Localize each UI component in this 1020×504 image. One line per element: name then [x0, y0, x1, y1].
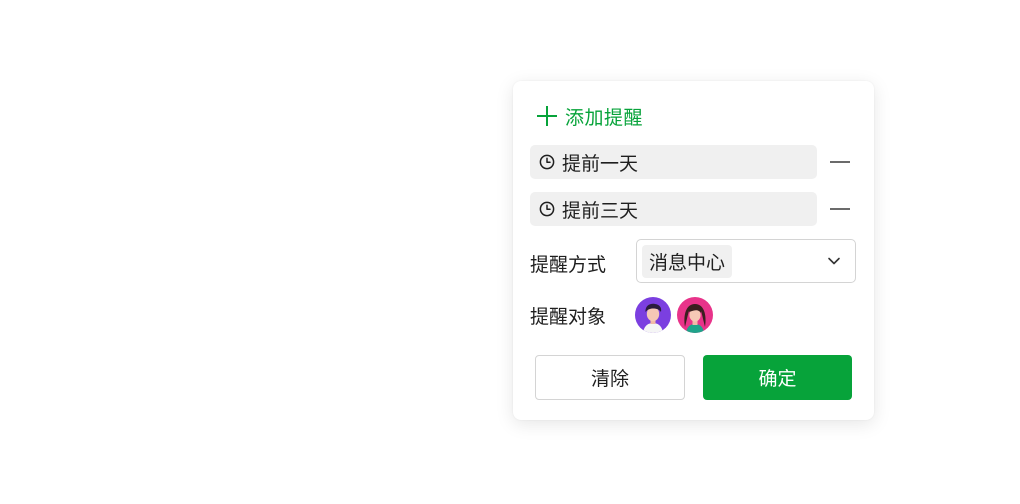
method-select[interactable]: 消息中心 [636, 239, 856, 283]
reminder-label: 提前一天 [562, 152, 639, 175]
clock-icon [539, 154, 555, 170]
chevron-down-icon [828, 257, 840, 265]
add-reminder-button[interactable]: 添加提醒 [537, 103, 643, 129]
clear-button[interactable]: 清除 [535, 355, 685, 400]
method-selected-tag: 消息中心 [642, 245, 733, 278]
confirm-button[interactable]: 确定 [703, 355, 852, 400]
method-label: 提醒方式 [530, 254, 607, 276]
minus-icon[interactable] [829, 151, 851, 173]
clock-icon [539, 201, 555, 217]
reminder-popover: 添加提醒 提前一天 提前三天 提醒方式 消息中心 提醒对象 清除 确定 [513, 81, 874, 420]
plus-icon [537, 106, 557, 126]
reminder-label: 提前三天 [562, 199, 639, 222]
avatar-woman[interactable] [677, 297, 713, 333]
reminder-item[interactable]: 提前三天 [530, 192, 817, 226]
target-label: 提醒对象 [530, 306, 607, 328]
add-reminder-label: 添加提醒 [565, 106, 644, 129]
avatar-man[interactable] [635, 297, 671, 333]
minus-icon[interactable] [829, 198, 851, 220]
reminder-item[interactable]: 提前一天 [530, 145, 817, 179]
